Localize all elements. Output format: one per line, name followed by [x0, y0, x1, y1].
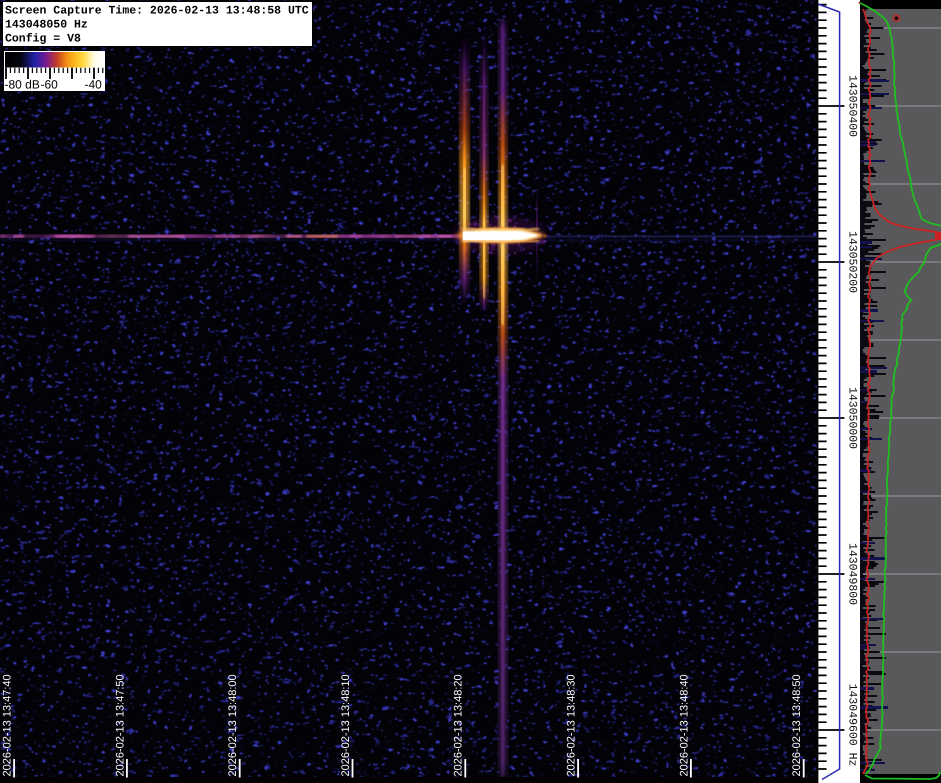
svg-text:2026-02-13 13:48:10: 2026-02-13 13:48:10: [340, 674, 352, 776]
svg-text:143049800: 143049800: [846, 543, 859, 605]
svg-text:2026-02-13 13:47:50: 2026-02-13 13:47:50: [114, 674, 126, 776]
svg-text:2026-02-13 13:48:40: 2026-02-13 13:48:40: [678, 674, 690, 776]
svg-text:2026-02-13 13:47:40: 2026-02-13 13:47:40: [2, 674, 14, 776]
svg-text:143050200: 143050200: [846, 231, 859, 293]
svg-text:Screen Capture Time: 2026-02-1: Screen Capture Time: 2026-02-13 13:48:58…: [5, 5, 309, 18]
svg-text:Config = V8: Config = V8: [5, 33, 81, 46]
svg-text:143049600 Hz: 143049600 Hz: [846, 684, 859, 767]
svg-text:-40: -40: [85, 78, 103, 92]
svg-text:-80 dB: -80 dB: [5, 78, 40, 92]
svg-text:2026-02-13 13:48:30: 2026-02-13 13:48:30: [566, 674, 578, 776]
svg-text:143050400: 143050400: [846, 75, 859, 137]
svg-text:143050000: 143050000: [846, 387, 859, 449]
svg-text:2026-02-13 13:48:00: 2026-02-13 13:48:00: [227, 674, 239, 776]
svg-text:2026-02-13 13:48:20: 2026-02-13 13:48:20: [453, 674, 465, 776]
svg-text:-60: -60: [41, 78, 59, 92]
svg-text:2026-02-13 13:48:50: 2026-02-13 13:48:50: [791, 674, 803, 776]
svg-text:143048050 Hz: 143048050 Hz: [5, 19, 88, 32]
